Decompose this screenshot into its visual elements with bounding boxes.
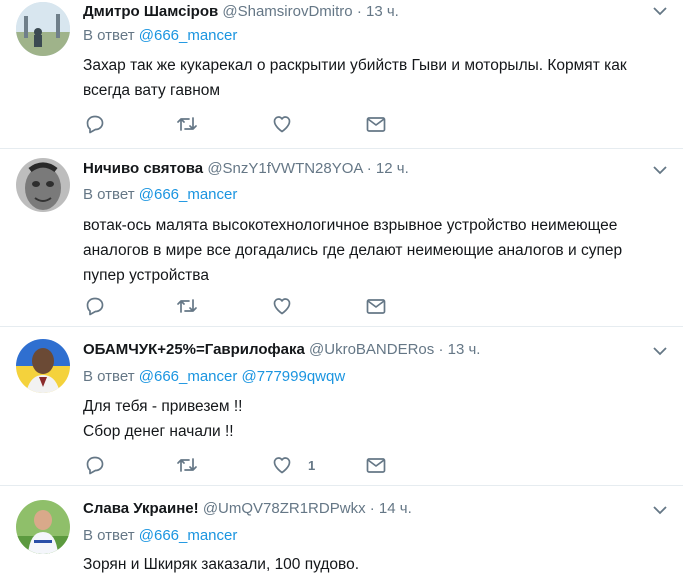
tweet-actions <box>83 112 403 136</box>
heart-icon <box>273 298 291 315</box>
display-name[interactable]: Слава Украине! <box>83 500 199 517</box>
retweet-icon <box>177 117 197 131</box>
tweet[interactable]: Дмитро Шамсіров @ShamsirovDmitro · 13 ч.… <box>0 0 683 149</box>
reply-icon <box>86 115 104 134</box>
heart-icon <box>273 457 291 474</box>
tweet[interactable]: Ничиво святова @SnzY1fVWTN28YOA · 12 ч. … <box>0 149 683 327</box>
timestamp[interactable]: · 13 ч. <box>357 3 399 20</box>
envelope-icon <box>366 458 386 473</box>
chevron-down-icon[interactable] <box>653 503 667 517</box>
tweet-text: Для тебя - привезем !! Сбор денег начали… <box>83 394 668 444</box>
tweet-text-line: аналогов в мире все догадались где делаю… <box>83 242 623 259</box>
reply-context: В ответ @666_mancer @777999qwqw <box>83 367 345 387</box>
direct-message-button[interactable] <box>365 112 387 136</box>
tweet-text: Захар так же кукарекал о раскрытии убийс… <box>83 53 668 103</box>
reply-icon <box>86 456 104 475</box>
reply-icon <box>86 297 104 316</box>
chevron-down-icon[interactable] <box>653 163 667 177</box>
avatar[interactable] <box>16 500 70 554</box>
mention-link[interactable]: @666_mancer <box>139 27 238 44</box>
tweet-text-line: пупер устройства <box>83 267 209 284</box>
retweet-icon <box>177 299 197 313</box>
avatar-image <box>16 158 70 212</box>
tweet[interactable]: ОБАМЧУК+25%=Гаврилофака @UkroBANDERos · … <box>0 327 683 486</box>
retweet-button[interactable] <box>176 453 198 477</box>
chevron-down-icon[interactable] <box>653 344 667 358</box>
display-name[interactable]: ОБАМЧУК+25%=Гаврилофака <box>83 341 305 358</box>
mention-link[interactable]: @666_mancer <box>139 527 238 544</box>
avatar-image <box>16 339 70 393</box>
mention-link[interactable]: @777999qwqw <box>242 368 346 385</box>
reply-context: В ответ @666_mancer <box>83 526 237 546</box>
display-name[interactable]: Дмитро Шамсіров <box>83 3 218 20</box>
reply-prefix: В ответ <box>83 527 135 544</box>
tweet-text-line: Зорян и Шкиряк заказали, 100 пудово. <box>83 556 360 573</box>
like-button[interactable] <box>272 294 308 318</box>
like-count: 1 <box>308 457 316 473</box>
reply-prefix: В ответ <box>83 368 135 385</box>
tweet-header: ОБАМЧУК+25%=Гаврилофака @UkroBANDERos · … <box>83 340 480 360</box>
reply-context: В ответ @666_mancer <box>83 185 237 205</box>
direct-message-button[interactable] <box>365 453 387 477</box>
tweet[interactable]: Слава Украине! @UmQV78ZR1RDPwkx · 14 ч. … <box>0 486 683 579</box>
envelope-icon <box>366 117 386 132</box>
chevron-down-icon[interactable] <box>653 4 667 18</box>
like-button[interactable]: 1 <box>272 453 315 477</box>
reply-prefix: В ответ <box>83 27 135 44</box>
user-handle[interactable]: @UmQV78ZR1RDPwkx <box>203 500 366 517</box>
timestamp[interactable]: · 12 ч. <box>367 160 409 177</box>
timestamp[interactable]: · 14 ч. <box>370 500 412 517</box>
tweet-text: Зорян и Шкиряк заказали, 100 пудово. <box>83 552 668 577</box>
tweet-actions: 1 <box>83 453 403 477</box>
tweet-text: вотак-ось малята высокотехнологичное взр… <box>83 213 668 288</box>
timestamp[interactable]: · 13 ч. <box>438 341 480 358</box>
tweet-text-line: Захар так же кукарекал о раскрытии убийс… <box>83 57 627 74</box>
retweet-button[interactable] <box>176 112 198 136</box>
tweet-text-line: всегда вату гавном <box>83 82 221 99</box>
reply-button[interactable] <box>85 294 105 318</box>
reply-button[interactable] <box>85 453 105 477</box>
tweet-header: Дмитро Шамсіров @ShamsirovDmitro · 13 ч. <box>83 2 399 22</box>
tweet-text-line: Сбор денег начали !! <box>83 423 234 440</box>
tweet-text-line: вотак-ось малята высокотехнологичное взр… <box>83 217 618 234</box>
tweet-header: Ничиво святова @SnzY1fVWTN28YOA · 12 ч. <box>83 159 409 179</box>
mention-link[interactable]: @666_mancer <box>139 368 238 385</box>
retweet-button[interactable] <box>176 294 198 318</box>
heart-icon <box>273 116 291 133</box>
tweet-actions <box>83 294 403 318</box>
reply-context: В ответ @666_mancer <box>83 26 237 46</box>
avatar-image <box>16 500 70 554</box>
tweet-text-line: Для тебя - привезем !! <box>83 398 243 415</box>
retweet-icon <box>177 458 197 472</box>
user-handle[interactable]: @UkroBANDERos <box>309 341 434 358</box>
avatar[interactable] <box>16 158 70 212</box>
mention-link[interactable]: @666_mancer <box>139 186 238 203</box>
user-handle[interactable]: @ShamsirovDmitro <box>222 3 352 20</box>
avatar[interactable] <box>16 2 70 56</box>
tweet-header: Слава Украине! @UmQV78ZR1RDPwkx · 14 ч. <box>83 499 412 519</box>
user-handle[interactable]: @SnzY1fVWTN28YOA <box>207 160 362 177</box>
avatar-image <box>16 2 70 56</box>
avatar[interactable] <box>16 339 70 393</box>
like-button[interactable] <box>272 112 308 136</box>
envelope-icon <box>366 299 386 314</box>
reply-prefix: В ответ <box>83 186 135 203</box>
reply-button[interactable] <box>85 112 105 136</box>
direct-message-button[interactable] <box>365 294 387 318</box>
display-name[interactable]: Ничиво святова <box>83 160 203 177</box>
